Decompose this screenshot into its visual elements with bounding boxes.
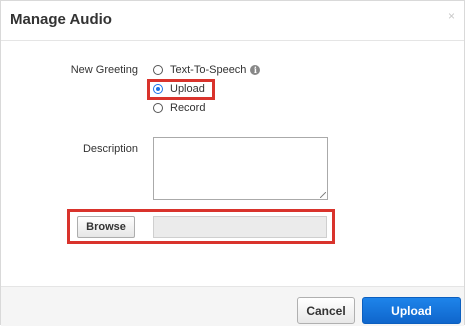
description-label: Description xyxy=(82,143,138,155)
close-icon[interactable]: × xyxy=(448,9,455,23)
cancel-button[interactable]: Cancel xyxy=(297,297,355,324)
upload-highlight-box xyxy=(147,79,215,100)
upload-button[interactable]: Upload xyxy=(362,297,461,324)
info-icon[interactable]: i xyxy=(250,65,261,75)
option-record[interactable]: Record xyxy=(153,100,205,116)
option-record-label: Record xyxy=(170,102,206,114)
option-text-to-speech[interactable]: Text-To-Speech i xyxy=(153,62,261,78)
radio-text-to-speech[interactable] xyxy=(153,65,163,75)
manage-audio-dialog: Manage Audio × New Greeting Text-To-Spee… xyxy=(0,0,465,326)
dialog-title: Manage Audio xyxy=(10,11,112,28)
description-textarea[interactable] xyxy=(153,137,328,200)
resize-grip-icon[interactable] xyxy=(320,192,326,198)
dialog-header: Manage Audio × xyxy=(1,1,464,41)
radio-record[interactable] xyxy=(153,103,163,113)
new-greeting-label: New Greeting xyxy=(70,64,138,76)
browse-button[interactable]: Browse xyxy=(77,216,135,238)
option-text-to-speech-label: Text-To-Speech xyxy=(170,64,247,76)
file-path-field xyxy=(153,216,327,238)
